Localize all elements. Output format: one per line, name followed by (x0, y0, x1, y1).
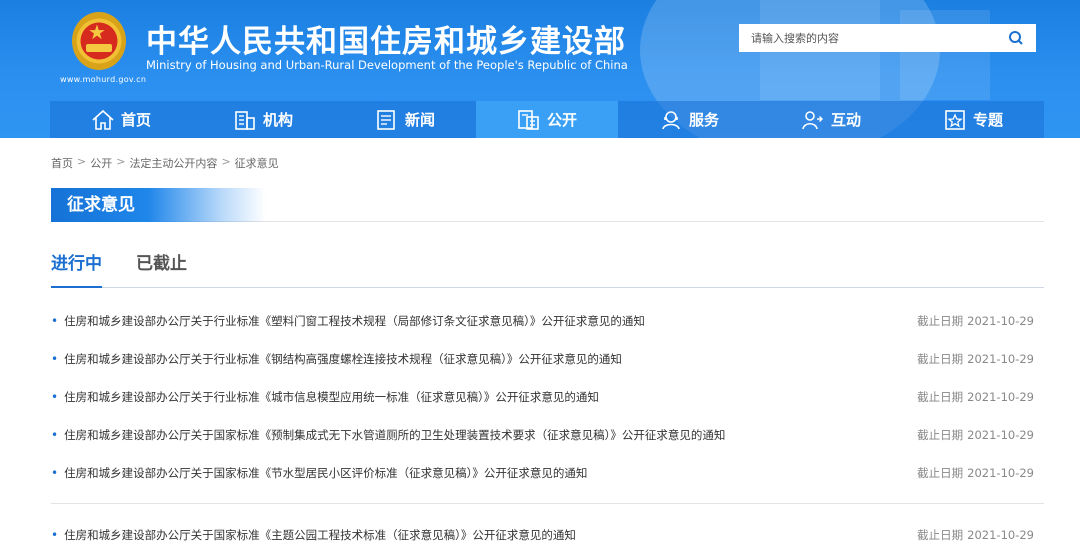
deadline-value: 2021-10-29 (967, 314, 1034, 328)
breadcrumb-home[interactable]: 首页 (51, 155, 73, 171)
search-icon (1009, 31, 1023, 45)
deadline-value: 2021-10-29 (967, 528, 1034, 542)
list-item-deadline: 截止日期 2021-10-29 (917, 389, 1034, 405)
nav-item-label: 服务 (688, 111, 719, 129)
list-item: • 住房和城乡建设部办公厅关于行业标准《塑料门窗工程技术规程（局部修订条文征求意… (51, 302, 1034, 340)
tab-closed[interactable]: 已截止 (136, 252, 187, 288)
document-icon (518, 109, 539, 130)
list-item-link[interactable]: • 住房和城乡建设部办公厅关于国家标准《预制集成式无下水管道厕所的卫生处理装置技… (51, 427, 725, 443)
main-nav: 首页 机构 新闻 公开 服务 互动 专题 (50, 101, 1044, 138)
site-url: www.mohurd.gov.cn (60, 75, 147, 84)
deadline-label: 截止日期 (917, 352, 964, 366)
deadline-label: 截止日期 (917, 428, 964, 442)
deadline-value: 2021-10-29 (967, 390, 1034, 404)
nav-item-public[interactable]: 公开 (476, 101, 618, 138)
bullet-icon: • (51, 528, 59, 542)
search-button[interactable] (996, 24, 1036, 52)
list-item-link[interactable]: • 住房和城乡建设部办公厅关于行业标准《塑料门窗工程技术规程（局部修订条文征求意… (51, 313, 645, 329)
nav-item-services[interactable]: 服务 (618, 101, 760, 138)
deadline-value: 2021-10-29 (967, 352, 1034, 366)
status-tabs: 进行中 已截止 (51, 252, 1044, 288)
list-item: • 住房和城乡建设部办公厅关于行业标准《城市信息模型应用统一标准（征求意见稿）》… (51, 378, 1034, 416)
nav-item-home[interactable]: 首页 (50, 101, 192, 138)
nav-item-interaction[interactable]: 互动 (760, 101, 902, 138)
home-icon (92, 109, 114, 130)
bullet-icon: • (51, 428, 59, 442)
list-item-title[interactable]: 住房和城乡建设部办公厅关于行业标准《城市信息模型应用统一标准（征求意见稿）》公开… (64, 389, 599, 405)
list-item-link[interactable]: • 住房和城乡建设部办公厅关于行业标准《钢结构高强度螺栓连接技术规程（征求意见稿… (51, 351, 622, 367)
nav-item-label: 机构 (262, 111, 293, 129)
bullet-icon: • (51, 352, 59, 366)
deadline-label: 截止日期 (917, 528, 964, 542)
nav-item-label: 专题 (972, 111, 1003, 129)
list-item-deadline: 截止日期 2021-10-29 (917, 351, 1034, 367)
search-box (739, 24, 1036, 52)
list-item: • 住房和城乡建设部办公厅关于行业标准《钢结构高强度螺栓连接技术规程（征求意见稿… (51, 340, 1034, 378)
nav-item-label: 公开 (546, 111, 577, 129)
list-item-deadline: 截止日期 2021-10-29 (917, 427, 1034, 443)
list-item-link[interactable]: • 住房和城乡建设部办公厅关于国家标准《主题公园工程技术标准（征求意见稿）》公开… (51, 527, 576, 543)
breadcrumb-statutory[interactable]: 法定主动公开内容 (129, 155, 217, 171)
list-item-title[interactable]: 住房和城乡建设部办公厅关于国家标准《节水型居民小区评价标准（征求意见稿）》公开征… (64, 465, 587, 481)
deadline-value: 2021-10-29 (967, 428, 1034, 442)
bullet-icon: • (51, 314, 59, 328)
site-subtitle: Ministry of Housing and Urban-Rural Deve… (146, 58, 628, 72)
deadline-label: 截止日期 (917, 314, 964, 328)
bullet-icon: • (51, 466, 59, 480)
list-item-title[interactable]: 住房和城乡建设部办公厅关于国家标准《主题公园工程技术标准（征求意见稿）》公开征求… (64, 527, 576, 543)
list-item: • 住房和城乡建设部办公厅关于国家标准《节水型居民小区评价标准（征求意见稿）》公… (51, 454, 1034, 492)
list-item-deadline: 截止日期 2021-10-29 (917, 465, 1034, 481)
service-icon (662, 110, 680, 129)
breadcrumb-separator: > (77, 155, 87, 168)
nav-item-label: 首页 (120, 111, 151, 129)
tab-ongoing[interactable]: 进行中 (51, 252, 102, 288)
list-item-deadline: 截止日期 2021-10-29 (917, 527, 1034, 543)
building-icon (235, 110, 255, 130)
nav-item-news[interactable]: 新闻 (334, 101, 476, 138)
list-item-title[interactable]: 住房和城乡建设部办公厅关于行业标准《塑料门窗工程技术规程（局部修订条文征求意见稿… (64, 313, 645, 329)
list-divider (51, 503, 1044, 504)
list-item-deadline: 截止日期 2021-10-29 (917, 313, 1034, 329)
star-icon (945, 109, 965, 130)
list-item: • 住房和城乡建设部办公厅关于国家标准《预制集成式无下水管道厕所的卫生处理装置技… (51, 416, 1034, 454)
deadline-label: 截止日期 (917, 466, 964, 480)
breadcrumb-current: 征求意见 (234, 157, 279, 170)
deadline-label: 截止日期 (917, 390, 964, 404)
site-title[interactable]: 中华人民共和国住房和城乡建设部 (146, 16, 626, 61)
list-item-link[interactable]: • 住房和城乡建设部办公厅关于国家标准《节水型居民小区评价标准（征求意见稿）》公… (51, 465, 587, 481)
bullet-icon: • (51, 390, 59, 404)
breadcrumb-public[interactable]: 公开 (90, 155, 112, 171)
nav-item-label: 互动 (830, 111, 861, 129)
national-emblem-icon[interactable]: ★ (72, 12, 126, 70)
list-item-title[interactable]: 住房和城乡建设部办公厅关于国家标准《预制集成式无下水管道厕所的卫生处理装置技术要… (64, 427, 725, 443)
news-icon (377, 109, 395, 130)
section-header: 征求意见 (51, 188, 1044, 222)
nav-item-topics[interactable]: 专题 (902, 101, 1044, 138)
consultation-list: • 住房和城乡建设部办公厅关于行业标准《塑料门窗工程技术规程（局部修订条文征求意… (51, 302, 1044, 554)
list-item: • 住房和城乡建设部办公厅关于国家标准《主题公园工程技术标准（征求意见稿）》公开… (51, 516, 1034, 554)
breadcrumb: 首页 > 公开 > 法定主动公开内容 > 征求意见 (51, 155, 279, 171)
search-input[interactable] (739, 24, 996, 52)
interaction-icon (802, 110, 823, 129)
deadline-value: 2021-10-29 (967, 466, 1034, 480)
nav-item-label: 新闻 (404, 111, 435, 129)
breadcrumb-separator: > (116, 155, 126, 168)
breadcrumb-separator: > (221, 155, 231, 168)
nav-item-institutions[interactable]: 机构 (192, 101, 334, 138)
list-item-link[interactable]: • 住房和城乡建设部办公厅关于行业标准《城市信息模型应用统一标准（征求意见稿）》… (51, 389, 599, 405)
list-item-title[interactable]: 住房和城乡建设部办公厅关于行业标准《钢结构高强度螺栓连接技术规程（征求意见稿）》… (64, 351, 622, 367)
section-title: 征求意见 (51, 188, 266, 222)
